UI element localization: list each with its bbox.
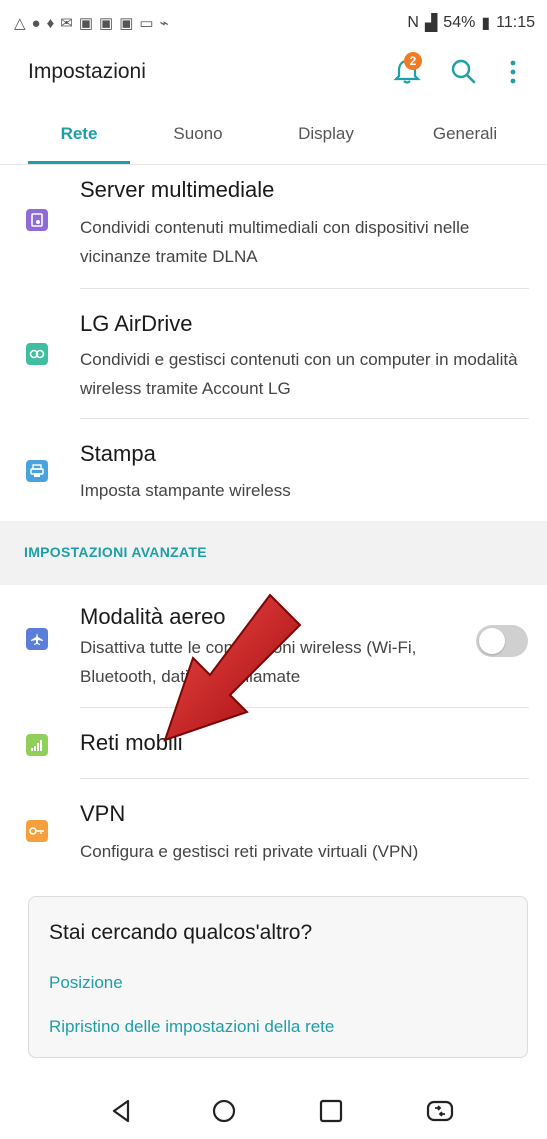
status-bar: △ ● ♦ ✉ ▣ ▣ ▣ ▭ ⌁ N ▟ 54% ▮ 11:15 — [0, 0, 547, 48]
active-tab-indicator — [28, 161, 130, 164]
setting-description: Condividi e gestisci contenuti con un co… — [80, 350, 518, 398]
setting-description: Imposta stampante wireless — [80, 481, 291, 500]
setting-title: VPN — [80, 801, 126, 826]
location-icon: ♦ — [46, 14, 55, 32]
recents-icon[interactable] — [314, 1094, 348, 1128]
mail-icon: ✉ — [60, 15, 73, 32]
setting-title: Modalità aereo — [80, 604, 226, 629]
suggestion-title: Stai cercando qualcos'altro? — [49, 921, 313, 944]
gallery-icon: ▣ — [119, 15, 134, 32]
clock: 11:15 — [496, 14, 535, 31]
gallery-icon: ▣ — [99, 15, 114, 32]
tab-bar: Rete Suono Display Generali — [0, 104, 547, 165]
setting-description: Condividi contenuti multimediali con dis… — [80, 218, 470, 266]
setting-reti-mobili[interactable]: Reti mobili — [0, 708, 547, 778]
toggle-knob — [479, 628, 505, 654]
app-bar: Impostazioni 2 — [0, 48, 547, 104]
signal-icon: ▟ — [424, 15, 438, 32]
search-icon[interactable] — [449, 57, 477, 85]
more-options-icon[interactable] — [507, 58, 519, 86]
key-icon — [26, 820, 48, 842]
link-posizione[interactable]: Posizione — [49, 973, 123, 993]
battery-icon: ▮ — [481, 15, 491, 32]
battery-percent: 54% — [443, 14, 476, 31]
notification-badge: 2 — [404, 52, 422, 70]
tab-display[interactable]: Display — [280, 124, 372, 144]
airdrive-icon — [26, 343, 48, 365]
shield-icon: ● — [31, 14, 41, 32]
home-icon[interactable] — [207, 1094, 241, 1128]
setting-stampa[interactable]: Stampa Imposta stampante wireless — [0, 419, 547, 521]
media-server-icon — [26, 209, 48, 231]
navigation-bar — [0, 1082, 547, 1139]
usb-icon: ⌁ — [159, 15, 169, 32]
notification-icons: △ ● ♦ ✉ ▣ ▣ ▣ ▭ ⌁ — [14, 14, 169, 33]
cast-icon: ▭ — [139, 15, 154, 32]
airplane-mode-toggle[interactable] — [476, 625, 528, 657]
setting-server-multimediale[interactable]: Server multimediale Condividi contenuti … — [0, 165, 547, 288]
setting-lg-airdrive[interactable]: LG AirDrive Condividi e gestisci contenu… — [0, 289, 547, 408]
tab-generali[interactable]: Generali — [415, 124, 515, 144]
setting-title: Server multimediale — [80, 177, 275, 202]
printer-icon — [26, 460, 48, 482]
setting-description: Configura e gestisci reti private virtua… — [80, 842, 419, 861]
back-icon[interactable] — [104, 1094, 138, 1128]
setting-vpn[interactable]: VPN Configura e gestisci reti private vi… — [0, 779, 547, 879]
setting-title: Stampa — [80, 441, 156, 466]
setting-title: LG AirDrive — [80, 311, 193, 336]
setting-modalita-aereo[interactable]: Modalità aereo Disattiva tutte le connes… — [0, 586, 547, 706]
airplane-icon — [26, 628, 48, 650]
setting-title: Reti mobili — [80, 730, 183, 755]
tab-rete[interactable]: Rete — [28, 124, 130, 144]
setting-description: Disattiva tutte le connessioni wireless … — [80, 638, 417, 686]
gallery-icon: ▣ — [78, 15, 94, 32]
page-title: Impostazioni — [28, 60, 146, 83]
link-ripristino-rete[interactable]: Ripristino delle impostazioni della rete — [49, 1017, 334, 1037]
warning-icon: △ — [14, 15, 26, 32]
section-header: IMPOSTAZIONI AVANZATE — [0, 521, 547, 585]
section-label: IMPOSTAZIONI AVANZATE — [24, 544, 207, 560]
switch-sim-icon[interactable] — [423, 1094, 457, 1128]
nfc-icon: N — [407, 14, 419, 31]
signal-bars-icon — [26, 734, 48, 756]
suggestion-card: Stai cercando qualcos'altro? Posizione R… — [28, 896, 528, 1058]
tab-suono[interactable]: Suono — [158, 124, 238, 144]
